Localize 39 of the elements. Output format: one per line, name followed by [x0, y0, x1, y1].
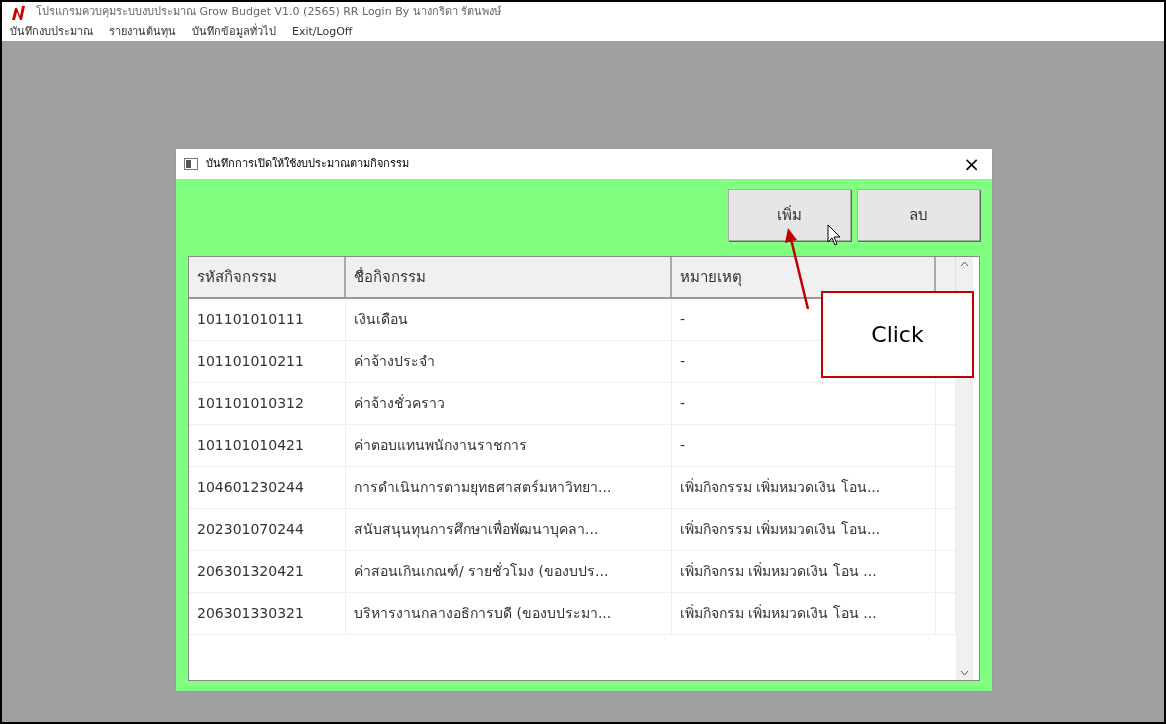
close-button[interactable]: × — [959, 154, 984, 174]
table-cell: - — [672, 383, 936, 424]
table-cell: ค่าจ้างชั่วคราว — [346, 383, 672, 424]
window-icon — [184, 158, 198, 170]
table-cell: เพิ่มกิจกรม เพิ่มหมวดเงิน โอน ... — [672, 593, 936, 634]
table-cell: 101101010111 — [189, 299, 346, 340]
table-cell: 202301070244 — [189, 509, 346, 550]
scroll-up-icon[interactable] — [960, 261, 969, 267]
table-cell: 206301320421 — [189, 551, 346, 592]
table-cell: สนับสนุนทุนการศึกษาเพื่อพัฒนาบุคลา... — [346, 509, 672, 550]
table-cell: - — [672, 425, 936, 466]
menu-item[interactable]: บันทึกงบประมาณ — [10, 23, 93, 41]
table-cell: การดำเนินการตามยุทธศาสตร์มหาวิทยา... — [346, 467, 672, 508]
table-cell: ค่าสอนเกินเกณฑ์/ รายชั่วโมง (ของบปร... — [346, 551, 672, 592]
toolbar-button[interactable]: ลบ — [857, 189, 980, 241]
table-cell: 104601230244 — [189, 467, 346, 508]
column-header[interactable]: รหัสกิจกรรม — [197, 265, 277, 289]
column-header[interactable]: หมายเหตุ — [680, 265, 742, 289]
table-cell: เพิ่มกิจกรรม เพิ่มหมวดเงิน โอน... — [672, 509, 936, 550]
table-cell: ค่าจ้างประจำ — [346, 341, 672, 382]
menu-item[interactable]: รายงานต้นทุน — [109, 23, 176, 41]
menu-item[interactable]: บันทึกข้อมูลทั่วไป — [192, 23, 276, 41]
table-cell: เพิ่มกิจกรม เพิ่มหมวดเงิน โอน ... — [672, 551, 936, 592]
table-cell: บริหารงานกลางอธิการบดี (ของบประมา... — [346, 593, 672, 634]
table-cell: 101101010421 — [189, 425, 346, 466]
table-cell: 101101010211 — [189, 341, 346, 382]
table-cell: ค่าตอบแทนพนักงานราชการ — [346, 425, 672, 466]
dialog-title: บันทึกการเปิดให้ใช้งบประมาณตามกิจกรรม — [206, 155, 410, 172]
column-header[interactable]: ชื่อกิจกรรม — [354, 265, 426, 289]
cursor-icon — [827, 224, 841, 246]
table-cell: เงินเดือน — [346, 299, 672, 340]
table-cell: 206301330321 — [189, 593, 346, 634]
table-cell: เพิ่มกิจกรรม เพิ่มหมวดเงิน โอน... — [672, 467, 936, 508]
window-title: โปรแกรมควบคุมระบบงบประมาณ Grow Budget V1.0 (2565) RR Login By นางกริดา รัตนพงษ์ — [36, 4, 502, 21]
menu-item[interactable]: Exit/LogOff — [292, 23, 353, 41]
logo-icon — [10, 3, 28, 22]
table-cell: 101101010312 — [189, 383, 346, 424]
scroll-down-icon[interactable] — [960, 670, 969, 676]
toolbar-button[interactable]: เพิ่ม — [728, 189, 851, 241]
